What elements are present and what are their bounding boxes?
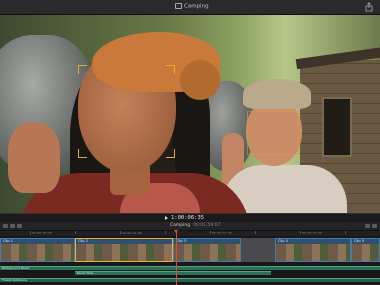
timeline-clip-selected[interactable]: Clip 2 xyxy=(75,238,173,262)
clip-filmstrip xyxy=(1,244,74,261)
window-titlebar: Camping xyxy=(0,0,380,15)
timeline-clip[interactable]: Clip 5 xyxy=(351,238,380,262)
timeline-clip[interactable]: Clip 4 xyxy=(275,238,351,262)
face-box-corner xyxy=(78,65,87,74)
ruler-label: 00:00:15:00 xyxy=(212,231,232,235)
tool-select-icon[interactable] xyxy=(10,224,15,228)
timeline-clip[interactable]: Clip 3 xyxy=(173,238,241,262)
background-window xyxy=(322,97,352,157)
play-icon[interactable] xyxy=(165,215,168,220)
ruler-tick xyxy=(210,231,211,234)
ruler-tick xyxy=(30,231,31,234)
girl-cap-brim xyxy=(180,60,220,100)
connect-icon[interactable] xyxy=(17,224,22,228)
ruler-tick xyxy=(300,231,301,234)
ruler-tick xyxy=(120,231,121,234)
index-icon[interactable] xyxy=(3,224,8,228)
clip-appearance-icon[interactable] xyxy=(372,224,377,228)
timeline-clip[interactable]: Clip 1 xyxy=(0,238,75,262)
ruler-tick xyxy=(75,231,76,234)
timecode-display[interactable]: 1:00:06:35 xyxy=(165,215,204,221)
ruler-label: 00:00:05:00 xyxy=(32,231,52,235)
face-box-corner xyxy=(166,65,175,74)
share-icon[interactable] xyxy=(364,2,374,12)
timeline-toolbar: Camping 00:01:59:07 xyxy=(0,222,380,231)
face-box-corner xyxy=(78,149,87,158)
face-box-corner xyxy=(166,149,175,158)
boy-cap xyxy=(243,79,311,109)
clip-filmstrip xyxy=(352,244,379,261)
library-title: Camping xyxy=(175,3,209,10)
viewer[interactable] xyxy=(0,15,380,213)
audio-clip[interactable]: Background Music xyxy=(0,266,380,270)
library-icon xyxy=(175,3,182,9)
clip-filmstrip xyxy=(276,244,350,261)
project-title: Camping 00:01:59:07 xyxy=(170,223,221,228)
ruler-tick xyxy=(165,231,166,234)
clip-filmstrip xyxy=(76,244,172,261)
ruler-label: 00:00:10:00 xyxy=(122,231,142,235)
ruler-tick xyxy=(345,231,346,234)
primary-storyline: Clip 1 Clip 2 Clip 3 Clip 4 Clip 5 xyxy=(0,236,380,264)
timeline[interactable]: Clip 1 Clip 2 Clip 3 Clip 4 Clip 5 Backg… xyxy=(0,236,380,285)
girl-hand xyxy=(8,123,60,193)
audio-clip[interactable]: Room Tone xyxy=(75,271,271,275)
zoom-icon[interactable] xyxy=(365,224,370,228)
ruler-label: 00:00:20:00 xyxy=(302,231,322,235)
face-box-boy xyxy=(247,111,299,155)
clip-filmstrip xyxy=(174,244,240,261)
gap-clip[interactable] xyxy=(241,238,275,262)
audio-clip[interactable]: Forest Ambience xyxy=(0,278,380,282)
playhead[interactable] xyxy=(176,231,177,285)
ruler-tick xyxy=(255,231,256,234)
